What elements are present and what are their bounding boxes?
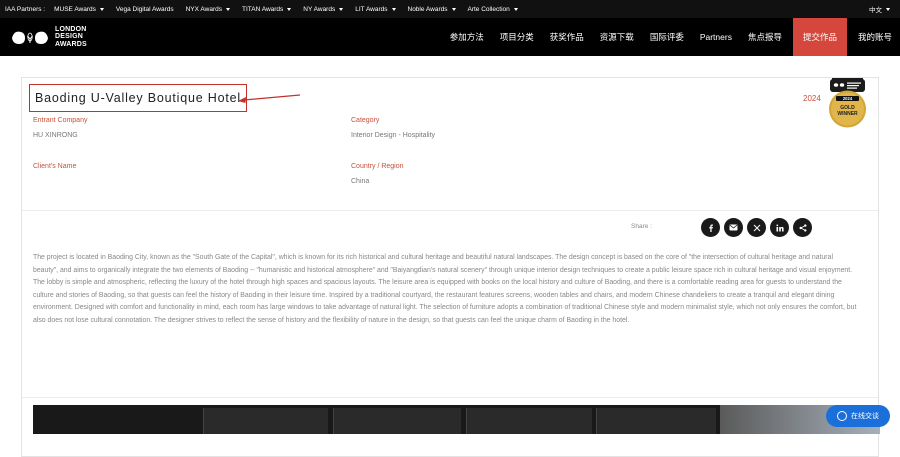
nav-links: 参加方法 项目分类 获奖作品 资源下载 国际评委 Partners 焦点报导 提… — [442, 18, 900, 56]
partner-nyx[interactable]: NYX Awards — [186, 6, 230, 13]
partner-arte[interactable]: Arte Collection — [468, 6, 518, 13]
partner-item-label: Arte Collection — [467, 5, 510, 13]
partner-item-label: NY Awards — [303, 5, 336, 13]
country-label: Country / Region — [351, 163, 404, 170]
partner-item-label: LIT Awards — [355, 5, 388, 13]
submit-entry-button[interactable]: 提交作品 — [792, 18, 847, 56]
entry-title: Baoding U-Valley Boutique Hotel — [35, 91, 241, 105]
linkedin-icon — [775, 224, 784, 231]
category-value: Interior Design - Hospitality — [351, 132, 436, 139]
share-icon — [799, 223, 806, 232]
facebook-icon — [708, 224, 713, 232]
nav-winners[interactable]: 获奖作品 — [542, 18, 592, 56]
logo-text: LONDON DESIGN AWARDS — [55, 26, 87, 49]
language-selector[interactable]: 中文 — [869, 0, 890, 18]
entry-title-highlight: Baoding U-Valley Boutique Hotel — [29, 84, 247, 112]
nav-news[interactable]: 焦点报导 — [740, 18, 790, 56]
divider — [22, 210, 878, 211]
photo-detail — [466, 408, 592, 434]
entry-photo[interactable] — [33, 405, 880, 434]
category-label: Category — [351, 117, 380, 124]
chat-label: 在线交谈 — [851, 413, 879, 420]
x-icon — [753, 224, 760, 231]
partner-noble[interactable]: Noble Awards — [408, 6, 456, 13]
partner-label: IAA Partners : — [5, 5, 46, 13]
nav-my-account[interactable]: 我的账号 — [850, 18, 900, 56]
facebook-share-button[interactable] — [701, 218, 720, 237]
email-icon — [729, 224, 738, 231]
logo-icon — [12, 31, 48, 44]
email-share-button[interactable] — [724, 218, 743, 237]
logo-line: LONDON — [55, 25, 87, 33]
nav-jury[interactable]: 国际评委 — [642, 18, 692, 56]
partner-item-label: MUSE Awards — [54, 5, 96, 13]
partner-bar: IAA Partners : MUSE Awards Vega Digital … — [0, 0, 900, 18]
partner-ny[interactable]: NY Awards — [303, 5, 344, 13]
entrant-label: Entrant Company — [33, 117, 88, 124]
more-share-button[interactable] — [793, 218, 812, 237]
partner-item-label: NYX Awards — [185, 5, 222, 13]
photo-detail — [333, 408, 461, 434]
partner-vega[interactable]: Vega Digital Awards — [116, 6, 174, 13]
live-chat-button[interactable]: 在线交谈 — [826, 405, 890, 427]
logo-line: AWARDS — [55, 40, 87, 48]
chat-icon — [837, 411, 847, 421]
entrant-value: HU XINRONG — [33, 132, 78, 139]
chevron-down-icon — [287, 7, 292, 11]
chevron-down-icon — [886, 7, 890, 11]
chevron-down-icon — [99, 7, 104, 11]
divider — [22, 397, 878, 398]
language-label: 中文 — [869, 7, 882, 14]
logo-line: DESIGN — [55, 33, 84, 41]
chevron-down-icon — [513, 7, 518, 11]
partner-lit[interactable]: LIT Awards — [355, 5, 396, 13]
nav-how-to-enter[interactable]: 参加方法 — [442, 18, 492, 56]
entry-description: The project is located in Baoding City, … — [33, 254, 857, 324]
linkedin-share-button[interactable] — [770, 218, 789, 237]
entry-card: Baoding U-Valley Boutique Hotel 2024 202… — [21, 77, 879, 457]
partner-item-label: TITAN Awards — [241, 5, 284, 13]
nav-categories[interactable]: 项目分类 — [492, 18, 542, 56]
share-label: Share : — [631, 223, 652, 230]
nav-downloads[interactable]: 资源下载 — [592, 18, 642, 56]
badge-line2: WINNER — [837, 111, 858, 117]
x-share-button[interactable] — [747, 218, 766, 237]
entry-year: 2024 — [803, 94, 821, 103]
photo-detail — [203, 408, 328, 434]
client-label: Client's Name — [33, 163, 77, 170]
partner-titan[interactable]: TITAN Awards — [241, 5, 292, 13]
site-logo[interactable]: LONDON DESIGN AWARDS — [11, 24, 87, 50]
chevron-down-icon — [451, 7, 456, 11]
chevron-down-icon — [391, 7, 396, 11]
gold-winner-badge-icon: 2024 GOLD WINNER — [829, 78, 866, 128]
nav-partners[interactable]: Partners — [692, 18, 740, 56]
country-value: China — [351, 178, 370, 185]
annotation-arrow-icon — [238, 94, 301, 103]
partner-muse[interactable]: MUSE Awards — [54, 6, 104, 13]
chevron-down-icon — [225, 7, 230, 11]
partner-item-label: Vega Digital Awards — [115, 5, 174, 13]
main-nav: LONDON DESIGN AWARDS 参加方法 项目分类 获奖作品 资源下载… — [0, 18, 900, 56]
badge-year: 2024 — [843, 96, 853, 101]
partner-item-label: Noble Awards — [407, 5, 448, 13]
chevron-down-icon — [339, 7, 344, 11]
photo-detail — [596, 408, 716, 434]
